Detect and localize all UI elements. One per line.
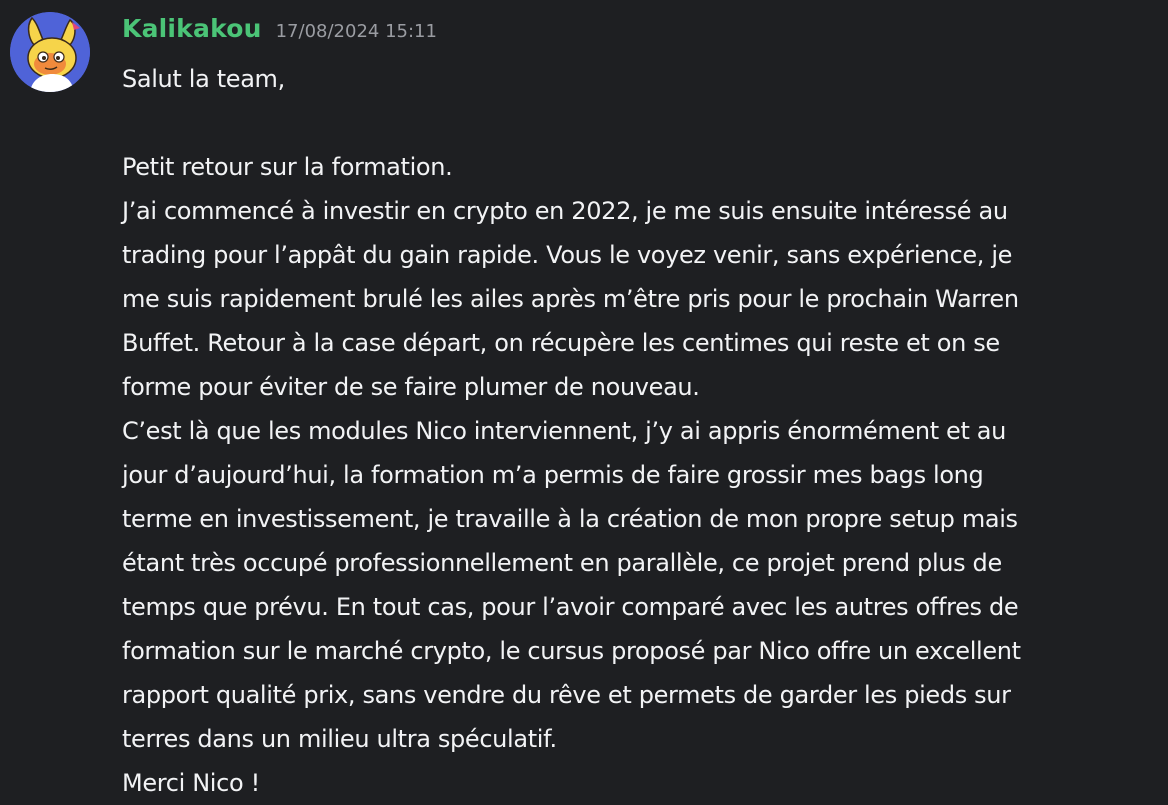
message-header: Kalikakou 17/08/2024 15:11 (122, 14, 437, 50)
author-name[interactable]: Kalikakou (122, 14, 262, 43)
chat-message: Kalikakou 17/08/2024 15:11 Salut la team… (0, 0, 1168, 800)
message-line: temps que prévu. En tout cas, pour l’avo… (122, 593, 1019, 621)
message-line: trading pour l’appât du gain rapide. Vou… (122, 241, 1013, 269)
user-avatar[interactable] (10, 12, 90, 92)
message-line: C’est là que les modules Nico intervienn… (122, 417, 1007, 445)
message-line: Salut la team, (122, 65, 285, 93)
message-line: Petit retour sur la formation. (122, 153, 453, 181)
message-timestamp[interactable]: 17/08/2024 15:11 (276, 21, 437, 42)
bunny-avatar-icon (10, 12, 90, 92)
message-content: Salut la team, Petit retour sur la forma… (122, 57, 1162, 805)
message-line: terres dans un milieu ultra spéculatif. (122, 725, 557, 753)
message-line (122, 101, 1162, 145)
message-line: forme pour éviter de se faire plumer de … (122, 373, 700, 401)
message-line: terme en investissement, je travaille à … (122, 505, 1018, 533)
message-line: me suis rapidement brulé les ailes après… (122, 285, 1019, 313)
message-line: Merci Nico ! (122, 769, 260, 797)
message-line: Buffet. Retour à la case départ, on récu… (122, 329, 1000, 357)
message-line: étant très occupé professionnellement en… (122, 549, 1002, 577)
message-line: formation sur le marché crypto, le cursu… (122, 637, 1021, 665)
message-line: jour d’aujourd’hui, la formation m’a per… (122, 461, 984, 489)
message-line: rapport qualité prix, sans vendre du rêv… (122, 681, 1011, 709)
message-line: J’ai commencé à investir en crypto en 20… (122, 197, 1008, 225)
